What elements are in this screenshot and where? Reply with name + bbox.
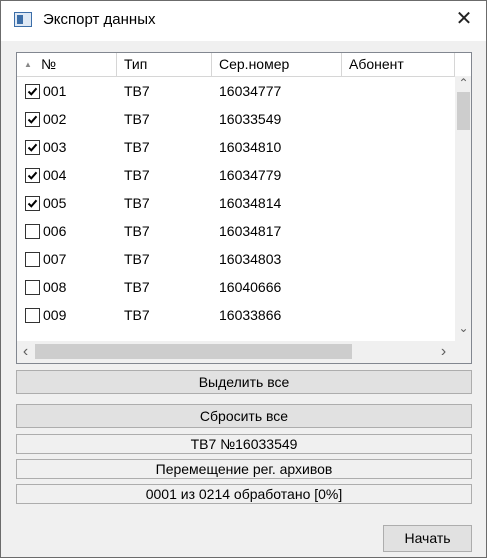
row-type: ТВ7 <box>124 83 150 99</box>
status-device: ТВ7 №16033549 <box>16 434 472 454</box>
row-serial: 16034810 <box>219 139 282 155</box>
table-row[interactable]: 003 ТВ7 16034810 <box>17 133 455 161</box>
checked-checkbox-icon[interactable] <box>25 112 40 127</box>
scroll-down-icon[interactable]: ⌄ <box>455 321 471 335</box>
row-serial: 16040666 <box>219 279 282 295</box>
scrollbar-corner <box>455 341 471 363</box>
row-serial: 16034817 <box>219 223 282 239</box>
table-row[interactable]: 004 ТВ7 16034779 <box>17 161 455 189</box>
row-serial: 16034779 <box>219 167 282 183</box>
select-all-button[interactable]: Выделить все <box>16 370 472 394</box>
sort-ascending-icon: ▲ <box>24 60 32 69</box>
table-row[interactable]: 008 ТВ7 16040666 <box>17 273 455 301</box>
row-number: 008 <box>43 279 67 295</box>
row-serial: 16033549 <box>219 111 282 127</box>
grid-header: ▲ № Тип Сер.номер Абонент <box>17 53 471 77</box>
checked-checkbox-icon[interactable] <box>25 140 40 155</box>
row-type: ТВ7 <box>124 139 150 155</box>
unchecked-checkbox-icon[interactable] <box>25 224 40 239</box>
row-number: 007 <box>43 251 67 267</box>
row-serial: 16034803 <box>219 251 282 267</box>
row-number: 006 <box>43 223 67 239</box>
column-header-number[interactable]: ▲ № <box>17 53 117 76</box>
table-row[interactable]: 006 ТВ7 16034817 <box>17 217 455 245</box>
devices-grid: ▲ № Тип Сер.номер Абонент 001 ТВ7 16034777… <box>16 52 472 364</box>
row-number: 003 <box>43 139 67 155</box>
row-type: ТВ7 <box>124 195 150 211</box>
table-row[interactable]: 001 ТВ7 16034777 <box>17 77 455 105</box>
row-serial: 16033866 <box>219 307 282 323</box>
row-type: ТВ7 <box>124 251 150 267</box>
app-icon <box>14 12 32 27</box>
column-header-serial[interactable]: Сер.номер <box>212 53 342 76</box>
table-row[interactable]: 007 ТВ7 16034803 <box>17 245 455 273</box>
row-type: ТВ7 <box>124 111 150 127</box>
window-title: Экспорт данных <box>43 11 156 28</box>
table-row[interactable]: 002 ТВ7 16033549 <box>17 105 455 133</box>
horizontal-scrollbar[interactable]: ‹ › <box>17 341 455 363</box>
row-type: ТВ7 <box>124 223 150 239</box>
export-dialog: Экспорт данных ✕ ▲ № Тип Сер.номер Абоне… <box>0 0 487 558</box>
row-type: ТВ7 <box>124 307 150 323</box>
status-progress: 0001 из 0214 обработано [0%] <box>16 484 472 504</box>
column-header-subscriber[interactable]: Абонент <box>342 53 455 76</box>
table-row[interactable]: 009 ТВ7 16033866 <box>17 301 455 329</box>
scroll-left-icon[interactable]: ‹ <box>17 343 34 361</box>
row-serial: 16034814 <box>219 195 282 211</box>
scroll-right-icon[interactable]: › <box>435 343 452 361</box>
vertical-scroll-thumb[interactable] <box>457 92 470 130</box>
column-header-number-label: № <box>41 56 57 72</box>
vertical-scrollbar[interactable]: ⌃ ⌄ <box>455 76 471 341</box>
unchecked-checkbox-icon[interactable] <box>25 252 40 267</box>
row-type: ТВ7 <box>124 279 150 295</box>
column-header-type[interactable]: Тип <box>117 53 212 76</box>
close-button[interactable]: ✕ <box>449 7 479 33</box>
status-operation: Перемещение рег. архивов <box>16 459 472 479</box>
unchecked-checkbox-icon[interactable] <box>25 280 40 295</box>
table-row[interactable]: 005 ТВ7 16034814 <box>17 189 455 217</box>
checked-checkbox-icon[interactable] <box>25 84 40 99</box>
horizontal-scroll-thumb[interactable] <box>35 344 352 359</box>
scroll-up-icon[interactable]: ⌃ <box>455 76 471 90</box>
checked-checkbox-icon[interactable] <box>25 196 40 211</box>
row-number: 009 <box>43 307 67 323</box>
title-bar: Экспорт данных ✕ <box>1 1 486 41</box>
row-number: 001 <box>43 83 67 99</box>
reset-all-button[interactable]: Сбросить все <box>16 404 472 428</box>
checked-checkbox-icon[interactable] <box>25 168 40 183</box>
row-number: 005 <box>43 195 67 211</box>
row-number: 004 <box>43 167 67 183</box>
unchecked-checkbox-icon[interactable] <box>25 308 40 323</box>
start-button[interactable]: Начать <box>383 525 472 552</box>
row-number: 002 <box>43 111 67 127</box>
row-serial: 16034777 <box>219 83 282 99</box>
row-type: ТВ7 <box>124 167 150 183</box>
